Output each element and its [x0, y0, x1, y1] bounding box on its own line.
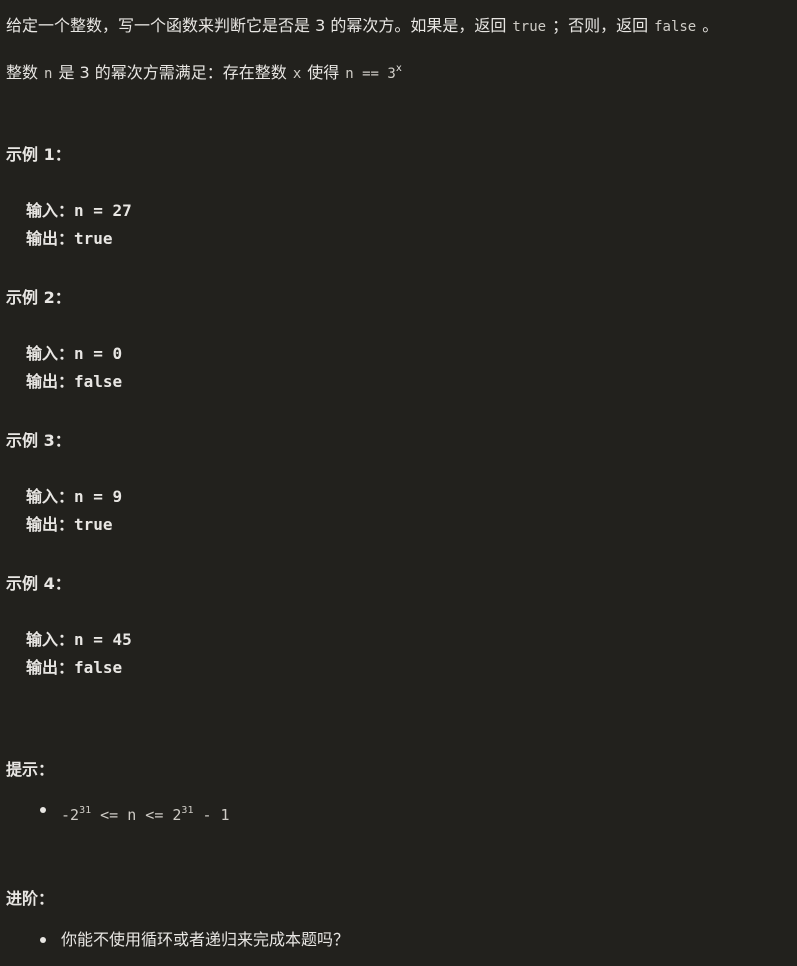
output-label: 输出：: [26, 372, 75, 391]
inline-code-expression: n == 3: [345, 66, 396, 82]
advanced-title: 进阶：: [6, 889, 55, 908]
superscript-31: 31: [181, 805, 194, 816]
example-block: 输入：n = 27 输出：true: [26, 197, 132, 253]
description-text: ；否则，返回: [552, 16, 649, 35]
input-value: n = 45: [74, 630, 132, 649]
output-label: 输出：: [26, 515, 75, 534]
constraint-tail: - 1: [193, 806, 230, 824]
output-label: 输出：: [26, 229, 75, 248]
example-title: 示例 4：: [6, 574, 71, 593]
example-block: 输入：n = 9 输出：true: [26, 483, 122, 539]
description-line-2: 整数 n 是 3 的幂次方需满足：存在整数 x 使得 n == 3x: [6, 57, 402, 86]
constraint-middle: <= n <= 2: [91, 806, 182, 824]
description-text: 整数: [6, 63, 39, 82]
input-label: 输入：: [26, 344, 75, 363]
input-label: 输入：: [26, 201, 75, 220]
example-block: 输入：n = 0 输出：false: [26, 340, 122, 396]
description-text: 给定一个整数，写一个函数来判断它是否是 3 的幂次方。如果是，返回: [6, 16, 507, 35]
input-value: n = 27: [74, 201, 132, 220]
example-block: 输入：n = 45 输出：false: [26, 626, 132, 682]
output-value: false: [74, 372, 123, 391]
constraint-item: -231 <= n <= 231 - 1: [61, 799, 230, 827]
output-value: true: [74, 229, 113, 248]
inline-code-x: x: [292, 66, 302, 82]
output-label: 输出：: [26, 658, 75, 677]
output-value: true: [74, 515, 113, 534]
input-value: n = 9: [74, 487, 123, 506]
input-label: 输入：: [26, 630, 75, 649]
description-text: 使得: [307, 63, 340, 82]
example-title: 示例 1：: [6, 145, 71, 164]
description-text: 是 3 的幂次方需满足：存在整数: [58, 63, 287, 82]
bullet-icon: [40, 807, 46, 813]
inline-code-true: true: [512, 19, 547, 35]
output-value: false: [74, 658, 123, 677]
hints-title: 提示：: [6, 760, 55, 779]
description-text: 。: [702, 16, 719, 35]
bullet-icon: [40, 937, 46, 943]
constraint-lhs: -2: [61, 806, 80, 824]
superscript-x: x: [395, 63, 402, 74]
example-title: 示例 2：: [6, 288, 71, 307]
inline-code-false: false: [654, 19, 697, 35]
inline-code-n: n: [44, 66, 53, 82]
input-value: n = 0: [74, 344, 123, 363]
advanced-item: 你能不使用循环或者递归来完成本题吗？: [61, 930, 350, 949]
example-title: 示例 3：: [6, 431, 71, 450]
description-line-1: 给定一个整数，写一个函数来判断它是否是 3 的幂次方。如果是，返回 true ；否则…: [6, 14, 718, 39]
superscript-31: 31: [79, 805, 92, 816]
input-label: 输入：: [26, 487, 75, 506]
